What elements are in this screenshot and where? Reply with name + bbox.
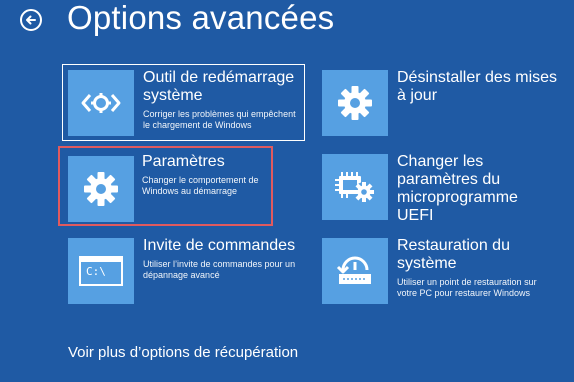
prompt-text: C:\ — [86, 265, 106, 278]
command-prompt-icon: C:\ — [68, 238, 134, 304]
tile-uefi-settings[interactable]: Changer les paramètres du microprogramme… — [316, 148, 566, 228]
chip-gear-icon — [322, 154, 388, 220]
system-restore-icon — [322, 238, 388, 304]
tile-uninstall-updates[interactable]: Désinstaller des mises à jour — [316, 64, 566, 141]
back-arrow-icon — [26, 15, 36, 25]
gear-icon — [68, 156, 134, 222]
startup-repair-icon — [68, 70, 134, 136]
tile-title: Désinstaller des mises à jour — [397, 69, 558, 104]
tile-system-restore[interactable]: Restauration du système Utiliser un poin… — [316, 232, 566, 309]
gear-icon — [322, 70, 388, 136]
back-button[interactable] — [20, 9, 42, 31]
tile-description: Utiliser l’invite de commandes pour un d… — [143, 259, 296, 280]
tile-title: Paramètres — [142, 153, 225, 170]
tile-description: Corriger les problèmes qui empêchent le … — [143, 109, 296, 130]
tile-description: Changer le comportement de Windows au dé… — [142, 175, 259, 196]
tile-title: Restauration du système — [397, 237, 510, 272]
tile-title: Outil de redémarrage système — [143, 69, 295, 104]
tile-startup-settings[interactable]: Paramètres Changer le comportement de Wi… — [58, 146, 273, 226]
page-title: Options avancées — [67, 0, 335, 36]
tile-command-prompt[interactable]: C:\ Invite de commandes Utiliser l’invit… — [62, 232, 305, 309]
more-recovery-options-link[interactable]: Voir plus d’options de récupération — [68, 344, 298, 361]
tile-description: Utiliser un point de restauration sur vo… — [397, 277, 537, 298]
tile-startup-repair[interactable]: Outil de redémarrage système Corriger le… — [62, 64, 305, 141]
tile-title: Invite de commandes — [143, 237, 296, 254]
tile-title: Changer les paramètres du microprogramme… — [397, 153, 518, 224]
